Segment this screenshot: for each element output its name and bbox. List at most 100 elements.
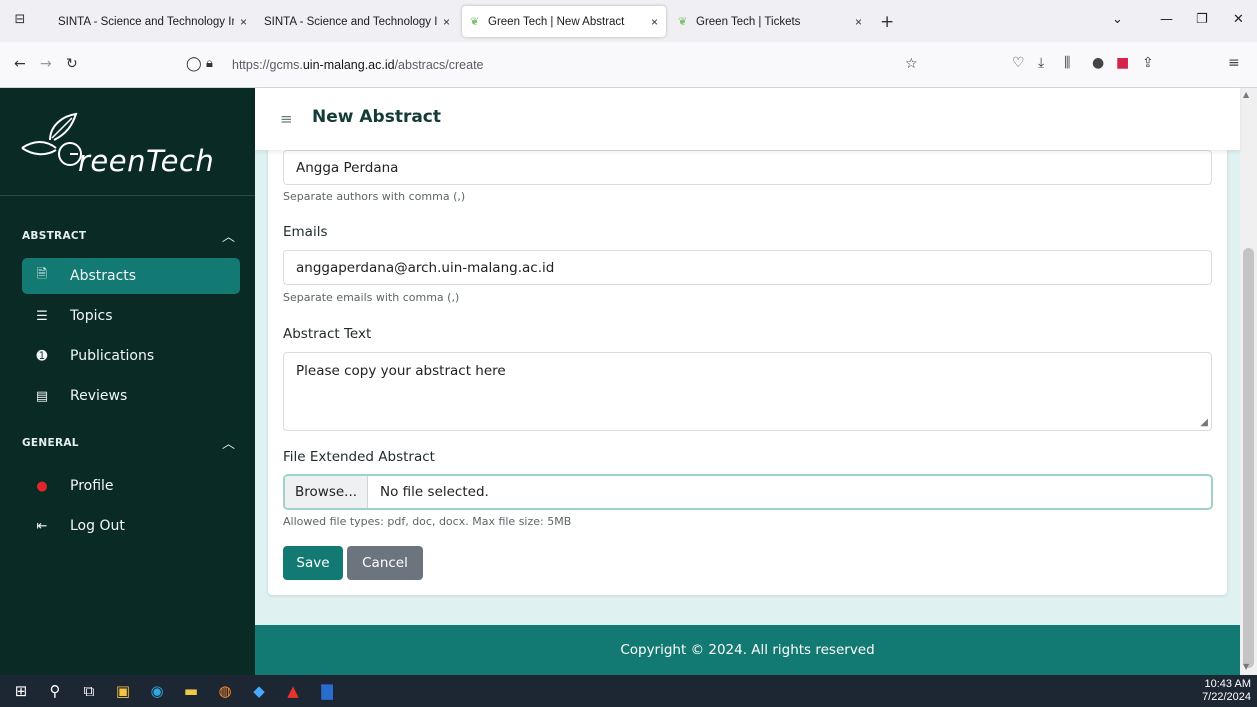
section-label-general: GENERAL bbox=[22, 437, 79, 449]
browser-tab[interactable]: ❦ Green Tech | Tickets × bbox=[670, 6, 870, 37]
file-explorer-icon[interactable]: ▬ bbox=[180, 681, 202, 701]
windows-taskbar: ⊞ ⚲ ⧉ ▣ ◉ ▬ ◍ ◆ ▲ ▇ 10:43 AM 7/22/2024 bbox=[0, 675, 1257, 707]
browser-tab[interactable]: SINTA - Science and Technology Ind × bbox=[50, 6, 255, 37]
sidebar-item-label: Topics bbox=[70, 308, 113, 324]
library-icon[interactable]: ⫼ bbox=[1064, 55, 1070, 71]
copyright-text: Copyright © 2024. All rights reserved bbox=[620, 642, 875, 658]
tab-title: Green Tech | Tickets bbox=[696, 15, 801, 28]
logo[interactable]: reenTech bbox=[20, 110, 240, 180]
scrollbar-thumb[interactable] bbox=[1243, 248, 1254, 668]
close-icon[interactable]: × bbox=[651, 15, 658, 29]
scroll-down-icon[interactable]: ▼ bbox=[1243, 662, 1249, 671]
sidebar-item-reviews[interactable]: ▤ Reviews bbox=[22, 378, 240, 414]
forward-icon[interactable]: → bbox=[40, 56, 52, 72]
sidebar-item-profile[interactable]: ● Profile bbox=[22, 468, 240, 504]
edge-icon[interactable]: ◉ bbox=[146, 681, 168, 701]
close-window-icon[interactable]: ✕ bbox=[1233, 12, 1244, 27]
firefox-icon[interactable]: ◍ bbox=[214, 681, 236, 701]
sidebar-item-topics[interactable]: ☰ Topics bbox=[22, 298, 240, 334]
sidebar-item-label: Abstracts bbox=[70, 268, 137, 284]
page-header: ≡ New Abstract bbox=[255, 88, 1240, 150]
url-bar[interactable]: https://gcms. uin-malang.ac.id/abstracs/c… bbox=[232, 54, 932, 76]
chevron-up-icon[interactable]: ︿ bbox=[222, 433, 235, 452]
upload-circle-icon: ➊ bbox=[36, 348, 48, 364]
page-title: New Abstract bbox=[312, 107, 442, 127]
close-icon[interactable]: × bbox=[855, 15, 862, 29]
url-prefix: https://gcms. bbox=[232, 58, 303, 72]
menu-icon[interactable]: ≡ bbox=[1228, 55, 1240, 71]
tab-title: Green Tech | New Abstract bbox=[488, 15, 625, 28]
authors-input[interactable]: Angga Perdana bbox=[283, 150, 1212, 185]
alert-circle-icon: ● bbox=[36, 478, 48, 494]
browser-nav-bar: ← → ↻ ◯ 🔒︎ https://gcms. uin-malang.ac.id… bbox=[0, 42, 1257, 88]
download-icon[interactable]: ⤓ bbox=[1038, 55, 1044, 71]
cancel-button[interactable]: Cancel bbox=[347, 546, 423, 580]
abstract-textarea[interactable]: Please copy your abstract here ◢ bbox=[283, 352, 1212, 431]
copilot-icon[interactable]: ◆ bbox=[248, 681, 270, 701]
hamburger-icon[interactable]: ≡ bbox=[280, 110, 293, 128]
message-icon: ▤ bbox=[35, 388, 49, 404]
leaf-icon: ❦ bbox=[678, 15, 688, 28]
browser-tab[interactable]: SINTA - Science and Technology Ind × bbox=[256, 6, 458, 37]
logout-icon: ⇤ bbox=[36, 518, 48, 534]
sidebar-item-abstracts[interactable]: 🗎︎ Abstracts bbox=[22, 258, 240, 294]
clock-date: 7/22/2024 bbox=[1202, 691, 1251, 703]
emails-input[interactable]: anggaperdana@arch.uin-malang.ac.id bbox=[283, 250, 1212, 285]
extension-icon[interactable]: ■ bbox=[1116, 55, 1129, 71]
tab-list-icon[interactable]: ⊟ bbox=[10, 12, 30, 30]
share-icon[interactable]: ⇪ bbox=[1142, 55, 1154, 71]
new-tab-icon[interactable]: + bbox=[880, 12, 894, 32]
resize-handle-icon[interactable]: ◢ bbox=[1200, 417, 1208, 428]
page-scrollbar[interactable]: ▲ ▼ bbox=[1240, 88, 1257, 675]
page-footer: Copyright © 2024. All rights reserved bbox=[255, 625, 1240, 675]
abstract-placeholder: Please copy your abstract here bbox=[296, 363, 506, 379]
restore-icon[interactable]: ❐ bbox=[1196, 12, 1208, 27]
abstract-form-card: Angga Perdana Separate authors with comm… bbox=[268, 140, 1227, 595]
tab-title: SINTA - Science and Technology Ind bbox=[264, 15, 437, 28]
chevron-up-icon[interactable]: ︿ bbox=[222, 226, 235, 245]
store-icon[interactable]: ▣ bbox=[112, 681, 134, 701]
bookmark-star-icon[interactable]: ☆ bbox=[905, 56, 918, 72]
acrobat-icon[interactable]: ▲ bbox=[282, 681, 304, 701]
account-icon[interactable]: ● bbox=[1092, 55, 1104, 71]
close-icon[interactable]: × bbox=[240, 15, 247, 29]
tab-title: SINTA - Science and Technology Ind bbox=[58, 15, 234, 28]
document-icon: 🗎︎ bbox=[36, 267, 48, 282]
pocket-icon[interactable]: ♡ bbox=[1012, 55, 1025, 71]
browser-tab-bar: ⊟ SINTA - Science and Technology Ind × S… bbox=[0, 0, 1257, 42]
search-icon[interactable]: ⚲ bbox=[44, 681, 66, 701]
section-label-abstract: ABSTRACT bbox=[22, 230, 87, 242]
scroll-up-icon[interactable]: ▲ bbox=[1243, 90, 1249, 99]
browser-tab-active[interactable]: ❦ Green Tech | New Abstract × bbox=[462, 6, 666, 37]
task-view-icon[interactable]: ⧉ bbox=[78, 681, 100, 701]
leaf-icon: ❦ bbox=[470, 15, 480, 28]
save-button[interactable]: Save bbox=[283, 546, 343, 580]
authors-help-text: Separate authors with comma (,) bbox=[283, 190, 466, 203]
url-domain: uin-malang.ac.id bbox=[302, 58, 395, 72]
sidebar-item-label: Reviews bbox=[70, 388, 128, 404]
minimize-icon[interactable]: — bbox=[1160, 12, 1173, 27]
file-label: File Extended Abstract bbox=[283, 449, 435, 465]
clock-time: 10:43 AM bbox=[1204, 678, 1251, 690]
sidebar-item-label: Profile bbox=[70, 478, 114, 494]
sidebar-item-publications[interactable]: ➊ Publications bbox=[22, 338, 240, 374]
shield-icon[interactable]: ◯ bbox=[186, 56, 202, 72]
lock-icon[interactable]: 🔒︎ bbox=[206, 56, 213, 71]
emails-help-text: Separate emails with comma (,) bbox=[283, 291, 460, 304]
system-clock[interactable]: 10:43 AM 7/22/2024 bbox=[1202, 678, 1251, 704]
browse-button[interactable]: Browse... bbox=[285, 476, 369, 508]
chevron-down-icon[interactable]: ⌄ bbox=[1112, 12, 1123, 27]
sidebar-item-label: Publications bbox=[70, 348, 155, 364]
emails-label: Emails bbox=[283, 224, 328, 240]
sidebar-item-logout[interactable]: ⇤ Log Out bbox=[22, 508, 240, 544]
windows-start-icon[interactable]: ⊞ bbox=[10, 681, 32, 701]
file-input[interactable]: Browse... No file selected. bbox=[283, 474, 1213, 510]
sidebar-item-label: Log Out bbox=[70, 518, 125, 534]
back-icon[interactable]: ← bbox=[14, 56, 26, 72]
reload-icon[interactable]: ↻ bbox=[66, 56, 78, 72]
word-icon[interactable]: ▇ bbox=[316, 681, 338, 701]
file-help-text: Allowed file types: pdf, doc, docx. Max … bbox=[283, 515, 572, 528]
file-status: No file selected. bbox=[380, 484, 489, 500]
close-icon[interactable]: × bbox=[443, 15, 450, 29]
sidebar-divider bbox=[0, 195, 255, 196]
